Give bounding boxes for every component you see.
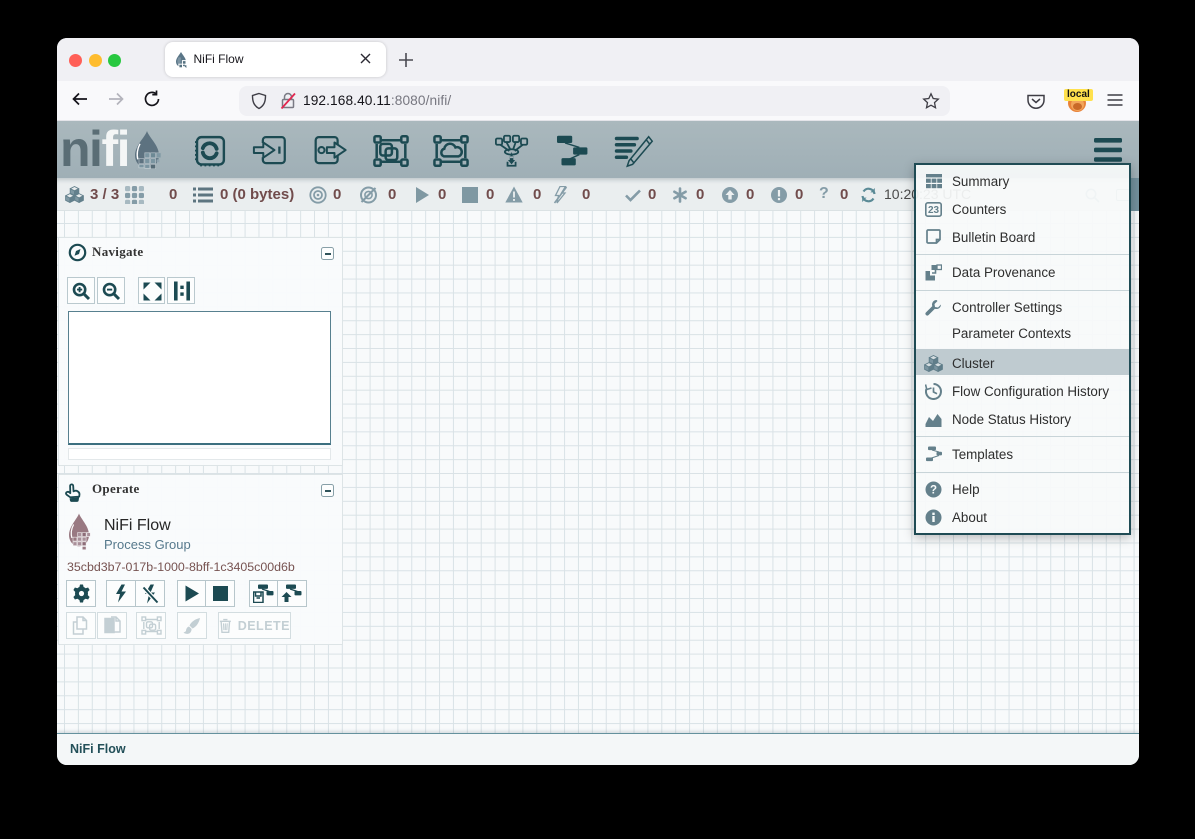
svg-text:?: ? bbox=[930, 484, 937, 496]
svg-text:23: 23 bbox=[928, 205, 940, 216]
